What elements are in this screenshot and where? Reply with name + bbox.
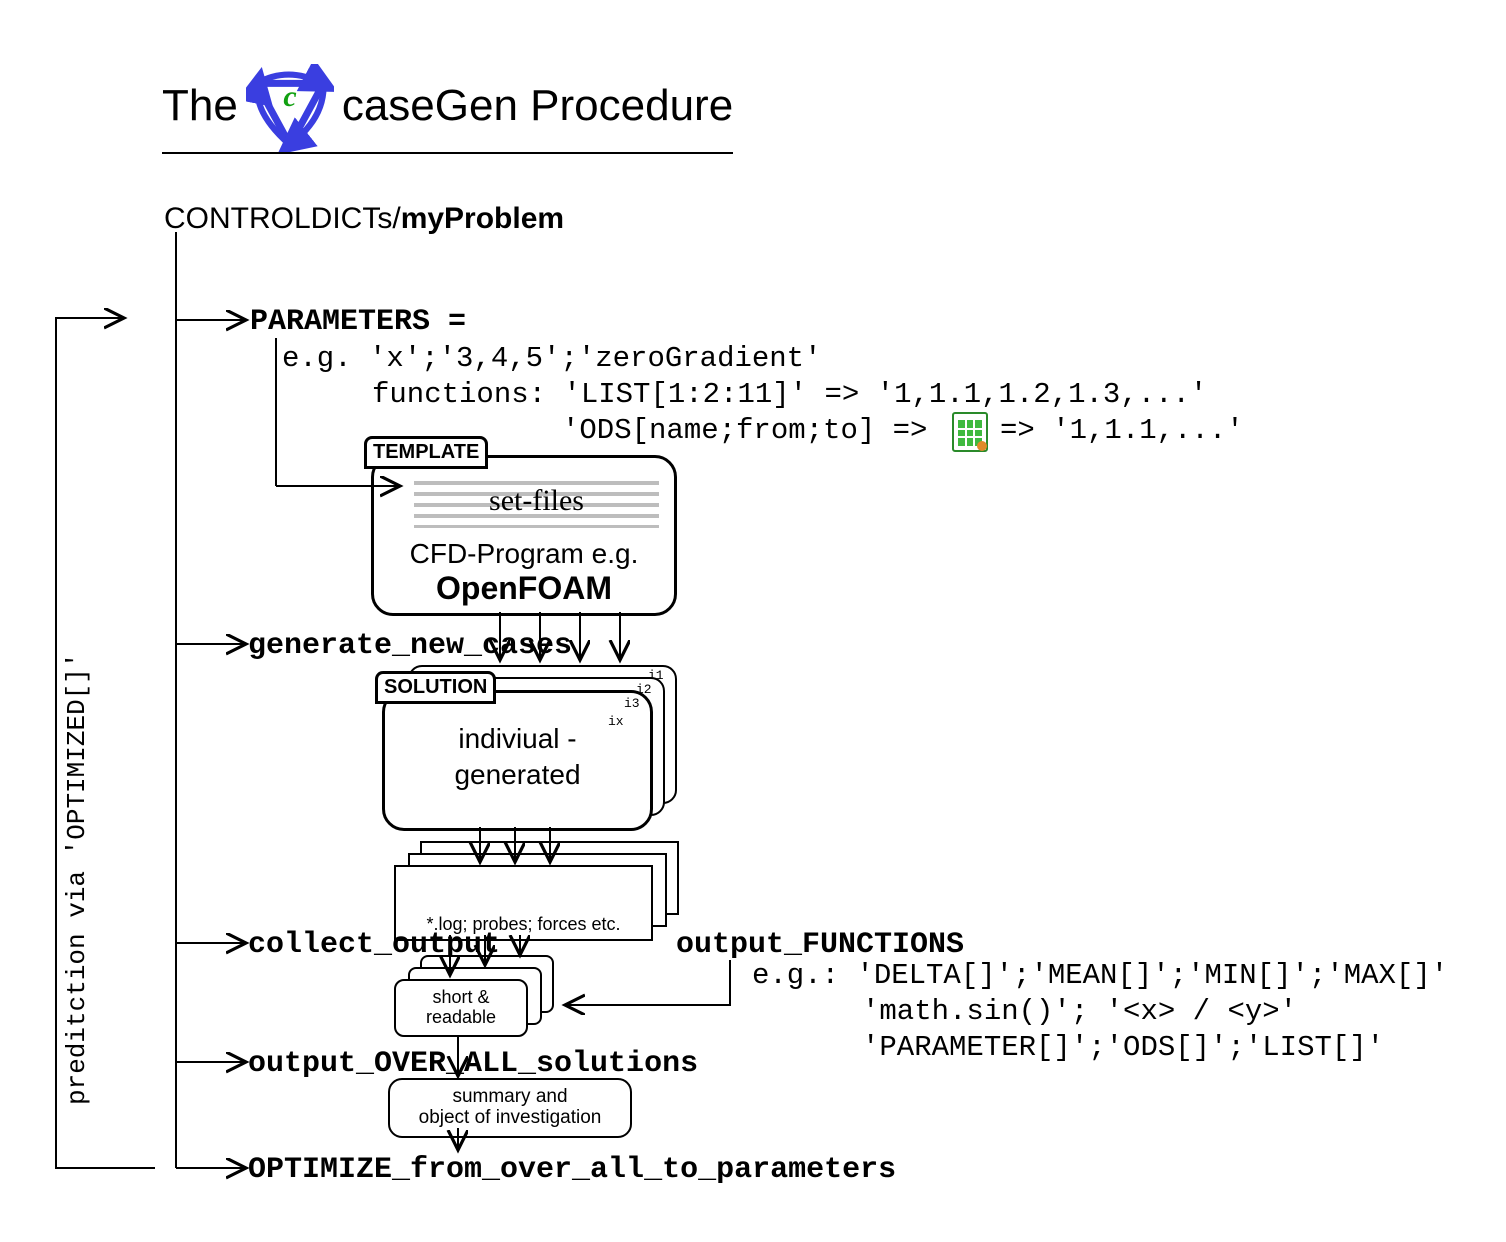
controldicts-path: CONTROLDICTs/myProblem bbox=[164, 202, 564, 236]
short-text-2: readable bbox=[426, 1008, 496, 1028]
summary-text-2: object of investigation bbox=[419, 1108, 602, 1129]
summary-box: summary and object of investigation bbox=[388, 1078, 632, 1138]
parameters-example: e.g. 'x';'3,4,5';'zeroGradient' bbox=[282, 342, 822, 375]
short-text-1: short & bbox=[432, 988, 489, 1008]
solution-tab-label: SOLUTION bbox=[375, 671, 496, 704]
template-tab-label: TEMPLATE bbox=[364, 436, 488, 469]
idx-i2: i2 bbox=[636, 682, 652, 697]
spreadsheet-icon bbox=[952, 412, 988, 452]
parameters-ods-left: 'ODS[name;from;to] => bbox=[562, 414, 927, 447]
parameters-ods-right: => '1,1.1,...' bbox=[1000, 414, 1244, 447]
solution-text-1: indiviual - bbox=[458, 723, 576, 754]
short-box: short & readable bbox=[394, 979, 528, 1037]
output-functions-line2: 'math.sin()'; '<x> / <y>' bbox=[862, 995, 1297, 1028]
svg-text:c: c bbox=[283, 80, 296, 113]
parameters-label: PARAMETERS = bbox=[250, 305, 466, 339]
page-title: The c caseGen Procedure bbox=[162, 64, 733, 154]
template-cfd-program: CFD-Program e.g. OpenFOAM bbox=[374, 538, 674, 607]
idx-i3: i3 bbox=[624, 696, 640, 711]
template-cfd-prefix: CFD-Program e.g. bbox=[410, 538, 639, 569]
idx-i1: i1 bbox=[648, 668, 664, 683]
solution-text-2: generated bbox=[454, 759, 580, 790]
output-functions-line3: 'PARAMETER[]';'ODS[]';'LIST[]' bbox=[862, 1031, 1384, 1064]
generate-new-cases-label: generate_new_cases bbox=[248, 629, 572, 663]
output-functions-label: output_FUNCTIONS bbox=[676, 928, 964, 962]
prediction-label: preditction via 'OPTIMIZED[]' bbox=[62, 653, 92, 1105]
controldicts-name: myProblem bbox=[401, 202, 564, 235]
template-cfd-name: OpenFOAM bbox=[436, 570, 612, 606]
solution-box: SOLUTION indiviual - generated bbox=[382, 690, 653, 831]
summary-text-1: summary and bbox=[452, 1087, 567, 1108]
title-left: The bbox=[162, 81, 238, 131]
casegen-logo-icon: c bbox=[246, 64, 334, 148]
output-functions-eg-prefix: e.g.: bbox=[752, 959, 839, 992]
solution-text: indiviual - generated bbox=[385, 721, 650, 794]
controldicts-prefix: CONTROLDICTs/ bbox=[164, 202, 401, 235]
idx-ix: ix bbox=[608, 714, 624, 729]
template-setfiles: set-files bbox=[414, 474, 659, 528]
template-box: TEMPLATE set-files CFD-Program e.g. Open… bbox=[371, 455, 677, 616]
output-over-all-label: output_OVER_ALL_solutions bbox=[248, 1047, 698, 1081]
title-right: caseGen Procedure bbox=[342, 81, 733, 131]
output-functions-eg: e.g.: 'DELTA[]';'MEAN[]';'MIN[]';'MAX[]' bbox=[752, 959, 1448, 992]
template-setfiles-text: set-files bbox=[489, 484, 584, 518]
optimize-label: OPTIMIZE_from_over_all_to_parameters bbox=[248, 1153, 896, 1187]
output-functions-line1: 'DELTA[]';'MEAN[]';'MIN[]';'MAX[]' bbox=[856, 959, 1448, 992]
parameters-functions-line: functions: 'LIST[1:2:11]' => '1,1.1,1.2,… bbox=[372, 378, 1207, 411]
